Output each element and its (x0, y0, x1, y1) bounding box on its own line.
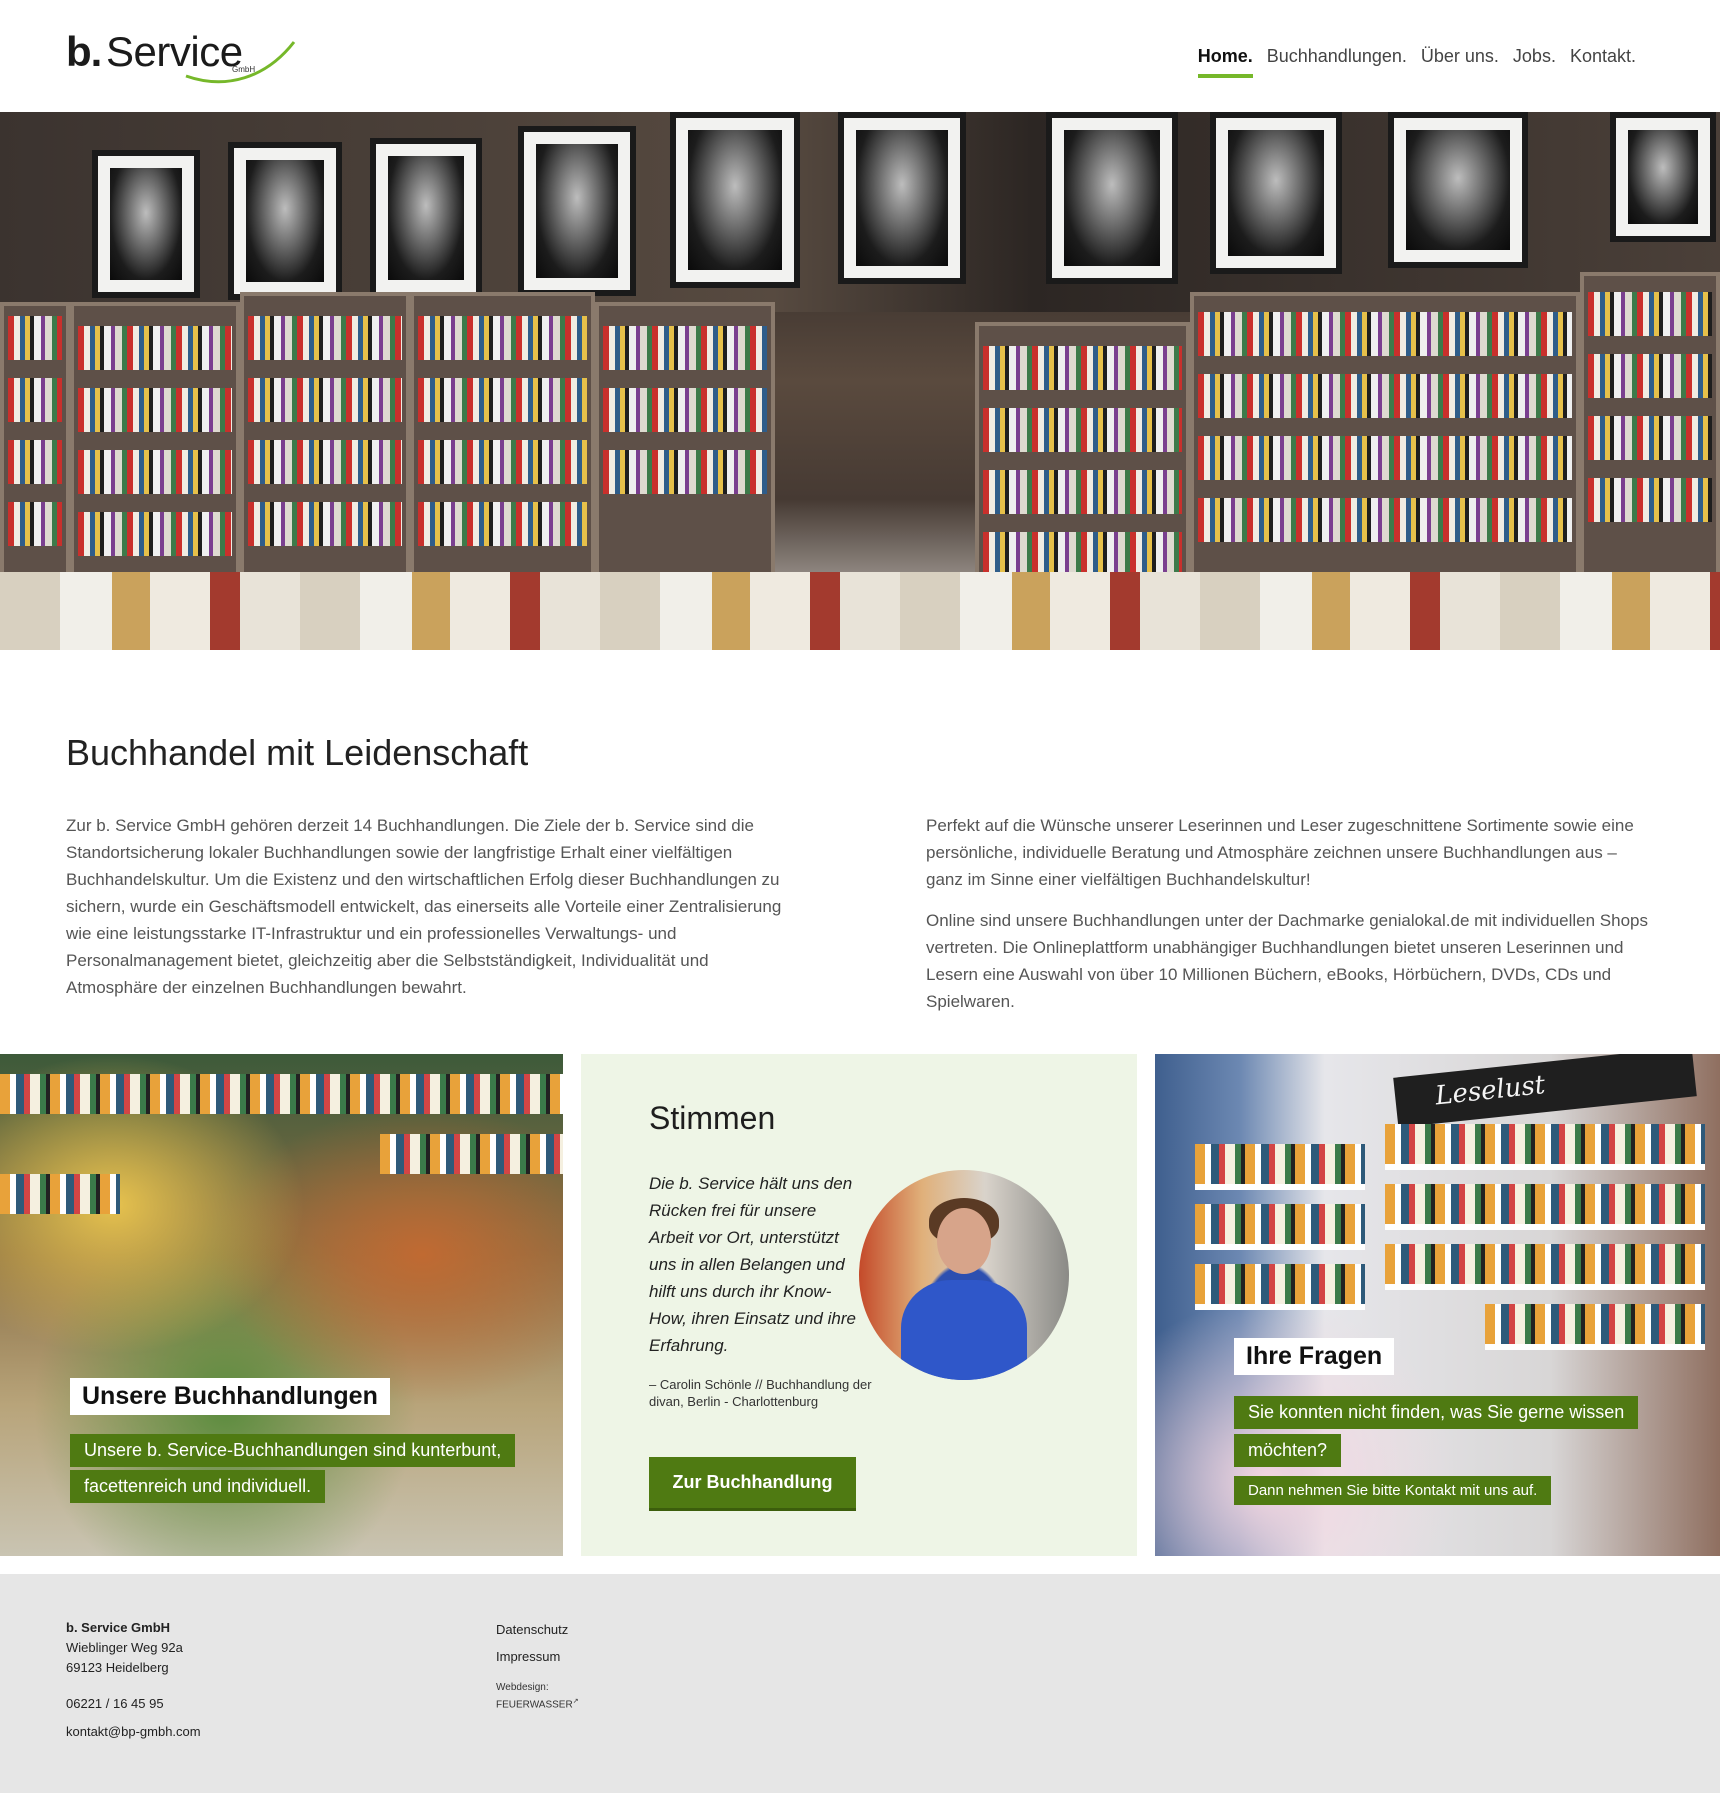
portrait-frame (228, 142, 342, 300)
stimmen-title: Stimmen (649, 1100, 776, 1136)
footer-link-impressum[interactable]: Impressum (496, 1647, 579, 1667)
hero-bookstore-image (0, 112, 1720, 650)
portrait-frame (92, 150, 200, 298)
tile-text: facettenreich und individuell. (70, 1470, 326, 1503)
footer-street: Wieblinger Weg 92a (66, 1640, 183, 1655)
intro-paragraph: Online sind unsere Buchhandlungen unter … (926, 911, 1649, 1011)
footer-links: Datenschutz Impressum Webdesign: FEUERWA… (496, 1620, 579, 1712)
nav-kontakt[interactable]: Kontakt. (1570, 46, 1636, 78)
footer-credit-link[interactable]: FEUERWASSER↗ (496, 1695, 579, 1712)
tile-unsere-buchhandlungen[interactable]: Unsere Buchhandlungen Unsere b. Service-… (0, 1054, 563, 1556)
display-table (0, 572, 1720, 650)
logo-gmbh: GmbH (232, 65, 256, 74)
testimonial-attribution: – Carolin Schönle // Buchhandlung der di… (649, 1377, 872, 1409)
tile-ihre-fragen[interactable]: Leselust Ihre Fragen Sie konnten nicht f… (1155, 1054, 1720, 1556)
logo-link[interactable]: b. Service GmbH (66, 28, 306, 90)
portrait-frame (670, 112, 800, 288)
portrait-frame (518, 126, 636, 296)
footer-credit-text: FEUERWASSER (496, 1699, 573, 1711)
testimonial-avatar (859, 1170, 1069, 1380)
intro-left-column: Zur b. Service GmbH gehören derzeit 14 B… (66, 812, 786, 1001)
nav-home[interactable]: Home. (1197, 46, 1253, 78)
tile-text: Dann nehmen Sie bitte Kontakt mit uns au… (1234, 1476, 1552, 1505)
tile-title: Ihre Fragen (1234, 1338, 1395, 1375)
intro-right-column: Perfekt auf die Wünsche unserer Leserinn… (926, 812, 1656, 1015)
footer-link-datenschutz[interactable]: Datenschutz (496, 1620, 579, 1640)
footer-email[interactable]: kontakt@bp-gmbh.com (66, 1722, 201, 1742)
portrait-frame (1210, 112, 1342, 274)
testimonial-quote: Die b. Service hält uns den Rücken frei … (649, 1174, 856, 1355)
portrait-frame (370, 138, 482, 298)
nav-buchhandlungen[interactable]: Buchhandlungen. (1267, 46, 1407, 78)
footer-city: 69123 Heidelberg (66, 1660, 169, 1675)
logo-b: b. (66, 28, 102, 75)
nav-ueber-uns[interactable]: Über uns. (1421, 46, 1499, 78)
nav-jobs[interactable]: Jobs. (1513, 46, 1556, 78)
footer-address: b. Service GmbH Wieblinger Weg 92a 69123… (66, 1618, 201, 1742)
tile-text: Unsere b. Service-Buchhandlungen sind ku… (70, 1434, 516, 1467)
tile-text: Sie konnten nicht finden, was Sie gerne … (1234, 1396, 1639, 1429)
zur-buchhandlung-button[interactable]: Zur Buchhandlung (649, 1457, 856, 1511)
main-nav: Home. Buchhandlungen. Über uns. Jobs. Ko… (1197, 46, 1636, 78)
intro-paragraph: Perfekt auf die Wünsche unserer Leserinn… (926, 816, 1634, 889)
portrait-frame (1388, 112, 1528, 268)
footer-phone[interactable]: 06221 / 16 45 95 (66, 1694, 201, 1714)
portrait-frame (1046, 112, 1178, 284)
footer-company: b. Service GmbH (66, 1620, 171, 1635)
tile-text: möchten? (1234, 1434, 1342, 1467)
portrait-frame (838, 112, 966, 284)
portrait-frame (1610, 112, 1716, 242)
site-header: b. Service GmbH Home. Buchhandlungen. Üb… (0, 0, 1720, 112)
tile-title: Unsere Buchhandlungen (70, 1378, 390, 1415)
logo-wordmark: Service (106, 28, 243, 75)
tile-stimmen: Stimmen Die b. Service hält uns den Rück… (581, 1054, 1137, 1556)
site-footer: b. Service GmbH Wieblinger Weg 92a 69123… (0, 1574, 1720, 1793)
leselust-sign: Leselust (1393, 1054, 1697, 1128)
footer-credit-label: Webdesign: (496, 1682, 549, 1693)
leselust-sign-text: Leselust (1433, 1070, 1547, 1112)
external-link-icon: ↗ (572, 1698, 579, 1705)
intro-title: Buchhandel mit Leidenschaft (66, 732, 529, 773)
intro-paragraph: Zur b. Service GmbH gehören derzeit 14 B… (66, 816, 782, 997)
